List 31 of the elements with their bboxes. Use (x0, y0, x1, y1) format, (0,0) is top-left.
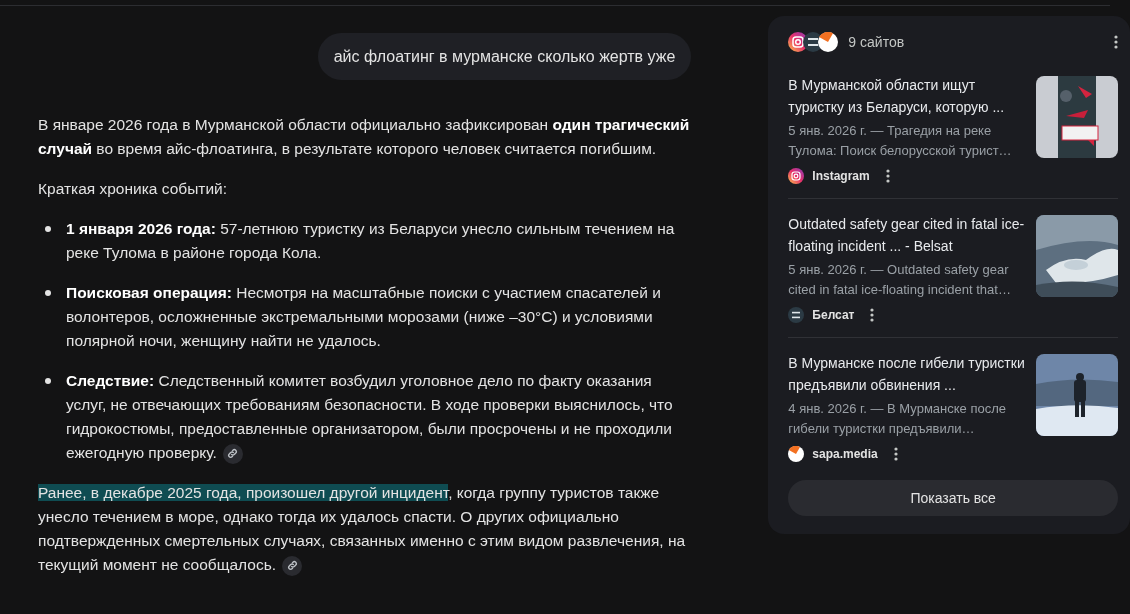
sites-count: 9 сайтов (848, 34, 906, 50)
answer-paragraph: Ранее, в декабре 2025 года, произошел другой инцидент, когда группу туристов также унесло течением в море, однако тогда их удалось спасти. О других официально подтвержденных смертельных случаях, связанных именно с этим видом развлечения, на текущий момент не сообщалось. (38, 481, 692, 577)
list-item-text: Следствие: Следственный комитет возбудил уголовное дело по факту оказания услуг, не отвечающих требованиям безопасности. В ходе проверки выяснилось, что гидрокостюмы, предоставленные организатором, были просрочены и не проходили ежегодную проверку. (66, 369, 692, 465)
more-icon[interactable] (885, 169, 890, 183)
link-icon[interactable] (282, 555, 303, 576)
sapa-logo-icon (818, 32, 839, 52)
source-snippet: 5 янв. 2026 г. — Трагедия на реке Тулома: Поиск белорусской турист… (788, 122, 1013, 160)
source-title[interactable]: В Мурманской области ищут туристку из Беларуси, которую ... (788, 74, 1028, 118)
answer-paragraph: В январе 2026 года в Мурманской области официально зафиксирован один трагический случай во время айс-флоатинга, в результате которого человек считается погибшим. (38, 115, 691, 159)
instagram-logo-icon (788, 168, 805, 184)
sapa-logo-icon (788, 446, 805, 462)
source-name[interactable]: Белсат (812, 308, 855, 322)
source-title[interactable]: В Мурманске после гибели туристки предъявили обвинения ... (788, 352, 1028, 396)
bullet-dot (45, 378, 51, 384)
belsat-logo-icon (788, 307, 805, 323)
source-snippet: 5 янв. 2026 г. — Outdated safety gear cited in fatal ice-floating incident that… (788, 261, 1012, 299)
show-all-button[interactable]: Показать все (788, 480, 1118, 516)
link-icon[interactable] (222, 443, 243, 464)
list-item-text: Поисковая операция: Несмотря на масштабные поиски с участием спасателей и волонтеров, осложненные экстремальными морозами (ниже –30°C) и условиями полярной ночи, женщину найти не удалось. (66, 283, 662, 351)
more-icon[interactable] (870, 308, 875, 322)
source-name[interactable]: sapa.media (812, 447, 878, 461)
more-icon[interactable] (1114, 35, 1118, 49)
bullet-dot (45, 290, 51, 296)
bullet-dot (45, 226, 51, 232)
answer-paragraph: Краткая хроника событий: (38, 179, 228, 199)
source-title[interactable]: Outdated safety gear cited in fatal ice-floating incident ... - Belsat (788, 213, 1028, 257)
source-name[interactable]: Instagram (812, 169, 870, 183)
list-item-text: 1 января 2026 года: 57-летнюю туристку из Беларуси унесло сильным течением на реке Тулома в районе города Кола. (66, 219, 676, 263)
more-icon[interactable] (893, 447, 898, 461)
user-query: айс флоатинг в мурманске сколько жертв уже (317, 33, 692, 80)
source-snippet: 4 янв. 2026 г. — В Мурманске после гибели туристки предъявили… (788, 400, 1007, 438)
